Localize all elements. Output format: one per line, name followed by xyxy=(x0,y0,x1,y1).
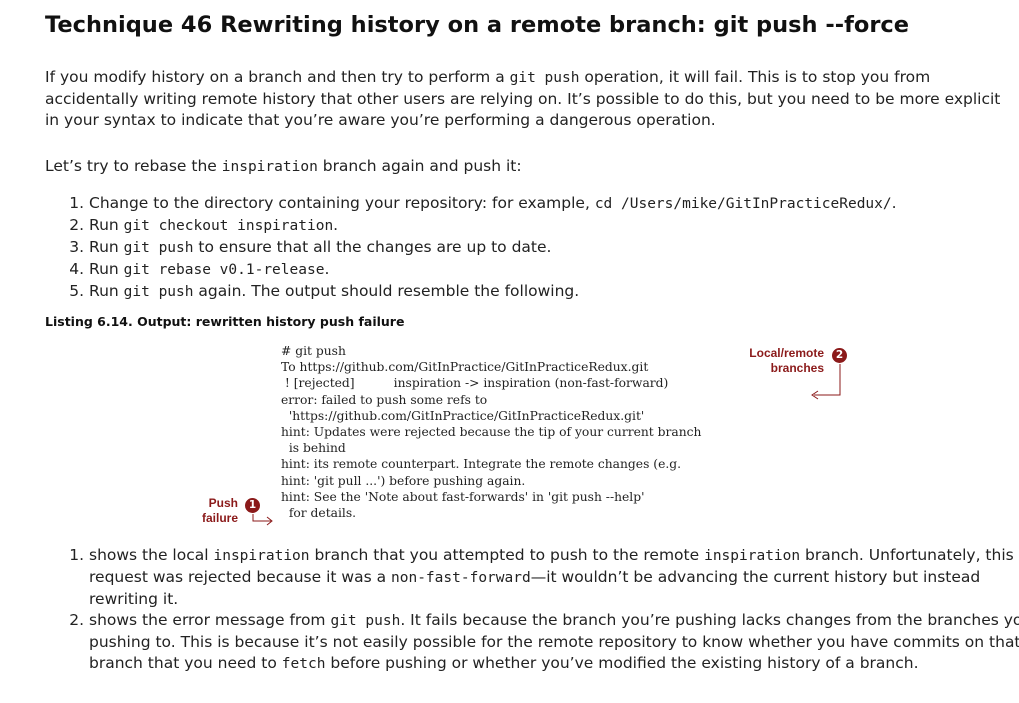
step-text: Run xyxy=(89,282,124,300)
listing-line: To https://github.com/GitInPractice/GitI… xyxy=(281,360,649,375)
lead-text: branch again and push it: xyxy=(317,157,522,175)
listing-line: hint: See the 'Note about fast-forwards'… xyxy=(281,489,645,504)
intro-text: If you modify history on a branch and th… xyxy=(45,68,510,86)
step-item: Run git push to ensure that all the chan… xyxy=(89,237,1019,259)
callout-label: failure xyxy=(201,511,238,525)
listing-line: hint: its remote counterpart. Integrate … xyxy=(281,457,682,472)
step-text: Run xyxy=(89,216,124,234)
listing-line: hint: Updates were rejected because the … xyxy=(281,425,702,440)
step-text: . xyxy=(324,260,330,278)
step-code: cd /Users/mike/GitInPracticeRedux/ xyxy=(594,196,892,212)
note-code: inspiration xyxy=(704,548,801,564)
step-item: Run git checkout inspiration. xyxy=(89,215,1019,237)
callout-number-badge: 1 xyxy=(245,498,260,513)
page-title: Technique 46 Rewriting history on a remo… xyxy=(45,12,910,38)
listing-line: error: failed to push some refs to xyxy=(281,392,488,407)
listing-line: is behind xyxy=(281,441,346,456)
note-text: branch that you attempted to push to the… xyxy=(309,546,705,564)
step-text: Change to the directory containing your … xyxy=(89,194,595,212)
step-item: Run git rebase v0.1-release. xyxy=(89,259,1019,281)
listing-line: # git push xyxy=(281,344,346,358)
callout-local-remote: Local/remote branches xyxy=(740,346,824,376)
intro-code: git push xyxy=(509,70,580,86)
step-code: git push xyxy=(123,284,194,300)
arrow-head-icon xyxy=(266,516,273,526)
callout-label: Local/remote xyxy=(749,346,824,360)
code-listing: # git push To https://github.com/GitInPra… xyxy=(281,343,701,521)
listing-line: 'https://github.com/GitInPractice/GitInP… xyxy=(281,408,645,423)
notes-list: shows the local inspiration branch that … xyxy=(45,545,1019,675)
step-text: to ensure that all the changes are up to… xyxy=(193,238,552,256)
step-text: Run xyxy=(89,238,124,256)
leader-line-1 xyxy=(252,514,271,522)
callout-label: branches xyxy=(770,361,824,375)
note-code: inspiration xyxy=(213,548,310,564)
step-code: git rebase v0.1-release xyxy=(123,262,325,278)
step-item: Run git push again. The output should re… xyxy=(89,281,1019,303)
step-text: again. The output should resemble the fo… xyxy=(193,282,580,300)
intro-paragraph: If you modify history on a branch and th… xyxy=(45,67,1007,131)
step-text: . xyxy=(891,194,897,212)
lead-text: Let’s try to rebase the xyxy=(45,157,222,175)
lead-paragraph: Let’s try to rebase the inspiration bran… xyxy=(45,156,1007,178)
note-item: shows the error message from git push. I… xyxy=(89,610,1019,675)
note-code: git push xyxy=(330,613,401,629)
step-code: git checkout inspiration xyxy=(123,218,334,234)
listing-line: ! [rejected] inspiration -> inspiration … xyxy=(281,376,669,391)
note-item: shows the local inspiration branch that … xyxy=(89,545,1019,610)
lead-code: inspiration xyxy=(221,159,318,175)
callout-number-badge: 2 xyxy=(832,348,847,363)
steps-list: Change to the directory containing your … xyxy=(45,193,1019,303)
listing-line: hint: 'git pull ...') before pushing aga… xyxy=(281,473,526,488)
note-text: before pushing or whether you’ve modifie… xyxy=(325,654,919,672)
step-text: . xyxy=(333,216,339,234)
step-text: Run xyxy=(89,260,124,278)
note-code: fetch xyxy=(281,656,326,672)
arrow-head-icon xyxy=(811,390,819,400)
listing-line: for details. xyxy=(281,506,357,521)
callout-push-failure: Push failure xyxy=(196,496,238,526)
step-item: Change to the directory containing your … xyxy=(89,193,1019,215)
step-code: git push xyxy=(123,240,194,256)
callout-label: Push xyxy=(208,496,238,510)
listing-caption: Listing 6.14. Output: rewritten history … xyxy=(45,314,405,329)
note-code: non-fast-forward xyxy=(391,570,531,586)
note-text: shows the local xyxy=(89,546,214,564)
note-text: shows the error message from xyxy=(89,611,331,629)
